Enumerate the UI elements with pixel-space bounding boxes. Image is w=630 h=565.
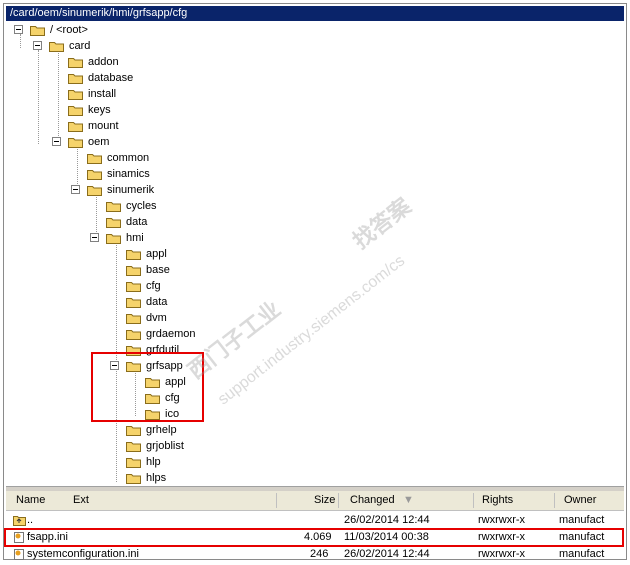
file-icon <box>13 548 26 560</box>
column-header-changed[interactable]: Changed <box>350 491 395 510</box>
folder-icon <box>68 105 83 116</box>
highlight-box-grfsapp <box>91 352 204 422</box>
folder-open-icon <box>106 233 121 244</box>
file-rights: rwxrwxr-x <box>478 514 526 526</box>
file-owner: manufact <box>559 514 605 526</box>
folder-icon <box>68 89 83 100</box>
folder-icon <box>126 297 141 308</box>
tree-label: cycles <box>126 200 157 212</box>
tree-label: hlp <box>146 456 161 468</box>
tree-label: install <box>88 88 117 100</box>
file-changed: 26/02/2014 12:44 <box>344 548 430 560</box>
column-header-owner[interactable]: Owner <box>564 491 596 510</box>
highlight-box-fsapp-ini <box>4 528 624 547</box>
file-name: .. <box>27 514 34 526</box>
folder-icon <box>126 249 141 260</box>
column-header-size[interactable]: Size <box>314 491 335 510</box>
folder-icon <box>126 265 141 276</box>
folder-icon <box>106 217 121 228</box>
tree-label: grjoblist <box>146 440 184 452</box>
folder-icon <box>87 153 102 164</box>
tree-label: card <box>69 40 91 52</box>
collapse-toggle-icon[interactable] <box>14 25 23 34</box>
folder-icon <box>126 281 141 292</box>
file-owner: manufact <box>559 548 605 560</box>
folder-icon <box>126 457 141 468</box>
file-name: systemconfiguration.ini <box>27 548 139 560</box>
file-changed: 26/02/2014 12:44 <box>344 514 430 526</box>
tree-label: mount <box>88 120 119 132</box>
file-list-header: Name Ext Size Changed ▼ Rights Owner <box>6 491 624 511</box>
folder-icon <box>68 121 83 132</box>
folder-icon <box>106 201 121 212</box>
collapse-toggle-icon[interactable] <box>52 137 61 146</box>
tree-label: data <box>146 296 168 308</box>
tree-line <box>38 50 39 144</box>
tree-label: sinamics <box>107 168 150 180</box>
folder-open-icon <box>68 137 83 148</box>
folder-icon <box>126 313 141 324</box>
column-separator[interactable] <box>473 493 474 508</box>
tree-label: addon <box>88 56 119 68</box>
tree-label: grdaemon <box>146 328 196 340</box>
tree-label: keys <box>88 104 111 116</box>
folder-icon <box>126 329 141 340</box>
path-bar: /card/oem/sinumerik/hmi/grfsapp/cfg <box>6 6 624 21</box>
column-separator[interactable] <box>276 493 277 508</box>
tree-label: grhelp <box>146 424 177 436</box>
folder-icon <box>87 169 102 180</box>
folder-icon <box>126 473 141 484</box>
tree-label: cfg <box>146 280 161 292</box>
tree-label: appl <box>146 248 167 260</box>
folder-icon <box>68 57 83 68</box>
column-separator[interactable] <box>338 493 339 508</box>
file-size: 246 <box>310 548 329 560</box>
tree-label: data <box>126 216 148 228</box>
folder-open-icon <box>87 185 102 196</box>
tree-label: database <box>88 72 134 84</box>
folder-open-icon <box>49 41 64 52</box>
tree-label: common <box>107 152 150 164</box>
tree-label: dvm <box>146 312 167 324</box>
file-row-systemconfiguration-ini[interactable]: systemconfiguration.ini 246 26/02/2014 1… <box>6 546 624 562</box>
column-header-name[interactable]: Name <box>16 491 45 510</box>
file-row-parent[interactable]: .. 26/02/2014 12:44 rwxrwxr-x manufact <box>6 512 624 528</box>
folder-icon <box>126 425 141 436</box>
folder-tree[interactable]: / <root> card addon database install key… <box>6 22 624 484</box>
sort-arrow-icon: ▼ <box>403 494 414 506</box>
tree-label: base <box>146 264 170 276</box>
collapse-toggle-icon[interactable] <box>71 185 80 194</box>
tree-label: hlps <box>146 472 167 484</box>
tree-label: oem <box>88 136 110 148</box>
column-header-ext[interactable]: Ext <box>73 491 89 510</box>
collapse-toggle-icon[interactable] <box>90 233 99 242</box>
file-rights: rwxrwxr-x <box>478 548 526 560</box>
tree-label: / <root> <box>50 24 88 36</box>
folder-icon <box>68 73 83 84</box>
collapse-toggle-icon[interactable] <box>33 41 42 50</box>
tree-label: sinumerik <box>107 184 155 196</box>
folder-icon <box>126 441 141 452</box>
column-separator[interactable] <box>554 493 555 508</box>
tree-label: hmi <box>126 232 144 244</box>
folder-open-icon <box>30 25 45 36</box>
folder-up-icon <box>13 514 26 526</box>
column-header-rights[interactable]: Rights <box>482 491 513 510</box>
tree-line <box>58 50 59 144</box>
tree-line <box>20 34 21 48</box>
